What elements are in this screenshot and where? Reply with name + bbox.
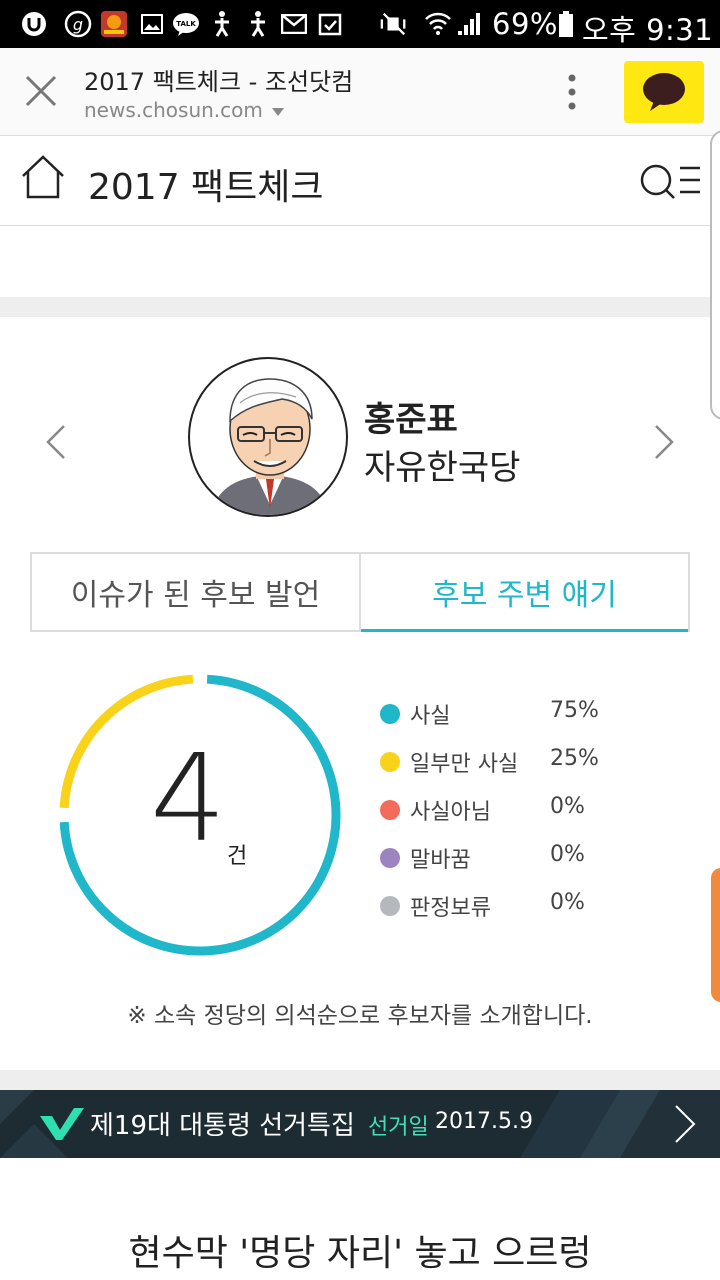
election-date-label: 선거일 [368, 1115, 429, 1140]
verdict-count: 4 [150, 730, 227, 869]
prev-candidate-arrow-icon[interactable] [44, 422, 68, 462]
legend-percent: 25% [550, 746, 599, 771]
banner-title: 제19대 대통령 선거특집 [90, 1111, 355, 1141]
legend-dot-flip-flop [380, 848, 400, 868]
mute-icon [380, 10, 408, 38]
chevron-right-icon[interactable] [672, 1104, 698, 1144]
browser-toolbar: 2017 팩트체크 - 조선닷컴 news.chosun.com [0, 48, 720, 136]
search-menu-icon[interactable] [638, 160, 704, 204]
candidate-avatar [188, 357, 348, 517]
svg-text:g: g [73, 15, 83, 34]
image-icon [138, 10, 166, 38]
article-headline[interactable]: 현수막 '명당 자리' 놓고 으르렁 [0, 1224, 720, 1276]
game-app-icon [100, 10, 128, 38]
url-dropdown-icon[interactable] [271, 107, 285, 117]
accessibility-icon-2 [244, 10, 272, 38]
election-date: 2017.5.9 [435, 1109, 533, 1134]
legend-percent: 75% [550, 698, 599, 723]
candidate-party: 자유한국당 [364, 448, 521, 488]
mail-icon [280, 10, 308, 38]
talk-badge-text: TALK [176, 20, 196, 28]
chat-bubble-icon [643, 73, 685, 111]
page-title: 2017 팩트체크 [88, 167, 324, 208]
next-candidate-arrow-icon[interactable] [652, 422, 676, 462]
legend-label: 사실아님 [410, 800, 491, 825]
legend-item-flip-flop: 말바꿈 0% [378, 842, 638, 874]
battery-percent: 69% [492, 7, 558, 41]
edge-panel-handle[interactable] [710, 130, 720, 420]
legend-label: 말바꿈 [410, 848, 471, 873]
statement-tabs: 이슈가 된 후보 발언 후보 주변 얘기 [30, 552, 690, 632]
site-header: 2017 팩트체크 [0, 136, 720, 226]
g-app-icon: g [64, 10, 92, 38]
legend-percent: 0% [550, 842, 585, 867]
legend-item-partially-fact: 일부만 사실 25% [378, 746, 638, 778]
clock: 오후 9:31 [582, 13, 714, 47]
section-divider [0, 1070, 720, 1090]
wifi-icon [424, 10, 452, 38]
section-divider [0, 297, 720, 317]
legend-item-pending: 판정보류 0% [378, 890, 638, 922]
candidate-caricature-icon [210, 378, 330, 515]
verdict-count-unit: 건 [227, 844, 248, 869]
more-options-icon[interactable] [562, 72, 582, 112]
legend-label: 판정보류 [410, 896, 491, 921]
browser-page-title: 2017 팩트체크 - 조선닷컴 [84, 68, 354, 96]
kakaotalk-icon: TALK [172, 10, 200, 38]
url-text: news.chosun.com [84, 98, 263, 122]
candidate-name: 홍준표 [364, 400, 458, 440]
close-icon[interactable] [24, 74, 58, 108]
check-logo-icon [40, 1108, 84, 1140]
legend-percent: 0% [550, 794, 585, 819]
signal-icon [456, 10, 484, 38]
browser-url[interactable]: news.chosun.com [84, 98, 285, 122]
edge-shortcut-tab[interactable] [711, 868, 720, 1002]
legend-label: 일부만 사실 [410, 752, 519, 777]
legend-dot-fact [380, 704, 400, 724]
u-plus-icon [20, 10, 48, 38]
election-special-banner[interactable]: 제19대 대통령 선거특집 선거일 2017.5.9 [0, 1090, 720, 1158]
legend-percent: 0% [550, 890, 585, 915]
status-bar: g TALK 69% 오후 9:31 [0, 0, 720, 48]
legend-label: 사실 [410, 704, 451, 729]
checklist-icon [316, 10, 344, 38]
legend-dot-not-fact [380, 800, 400, 820]
accessibility-icon [208, 10, 236, 38]
legend-item-not-fact: 사실아님 0% [378, 794, 638, 826]
tab-issue-statements[interactable]: 이슈가 된 후보 발언 [32, 554, 361, 630]
legend-item-fact: 사실 75% [378, 698, 638, 730]
legend-dot-partially-fact [380, 752, 400, 772]
tab-candidate-surroundings[interactable]: 후보 주변 얘기 [361, 554, 688, 632]
legend-dot-pending [380, 896, 400, 916]
ordering-note: ※ 소속 정당의 의석순으로 후보자를 소개합니다. [127, 1003, 593, 1029]
home-icon[interactable] [18, 154, 68, 200]
battery-icon [552, 10, 580, 38]
kakaotalk-share-button[interactable] [624, 61, 704, 123]
